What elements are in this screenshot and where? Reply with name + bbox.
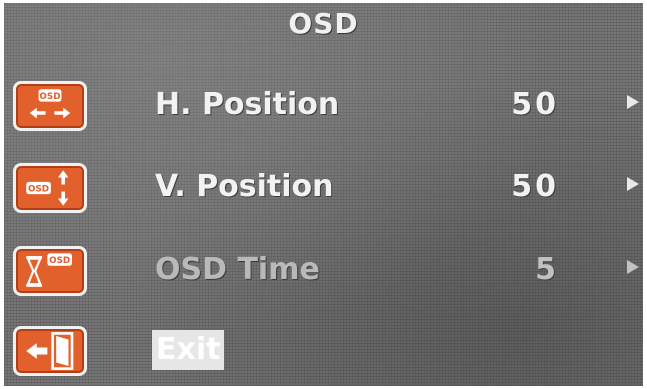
- menu-item-v-position[interactable]: OSD V. Position 50: [4, 163, 643, 215]
- osd-vertical-arrows-icon: OSD: [13, 163, 87, 213]
- menu-item-osd-time[interactable]: OSD OSD Time 5: [4, 246, 643, 298]
- menu-item-exit[interactable]: Exit: [4, 326, 643, 378]
- svg-text:OSD: OSD: [39, 92, 60, 102]
- osd-horizontal-arrows-icon: OSD: [13, 81, 87, 131]
- osd-screen: OSD OSD H. Position 50 OSD V. Position 5…: [4, 3, 643, 386]
- menu-item-h-position[interactable]: OSD H. Position 50: [4, 81, 643, 133]
- menu-item-label: H. Position: [155, 87, 340, 122]
- menu-item-label: V. Position: [155, 169, 334, 204]
- right-arrow-icon[interactable]: [627, 177, 639, 191]
- osd-hourglass-icon: OSD: [13, 246, 87, 296]
- menu-item-value: 50: [511, 87, 559, 122]
- svg-text:OSD: OSD: [49, 256, 70, 266]
- exit-door-icon: [13, 326, 87, 376]
- osd-title: OSD: [288, 7, 359, 40]
- menu-item-label: OSD Time: [155, 252, 320, 287]
- right-arrow-icon[interactable]: [627, 95, 639, 109]
- menu-item-value: 5: [535, 252, 559, 287]
- menu-item-label: Exit: [152, 330, 225, 370]
- svg-text:OSD: OSD: [28, 185, 49, 195]
- menu-item-value: 50: [511, 169, 559, 204]
- right-arrow-icon[interactable]: [627, 260, 639, 274]
